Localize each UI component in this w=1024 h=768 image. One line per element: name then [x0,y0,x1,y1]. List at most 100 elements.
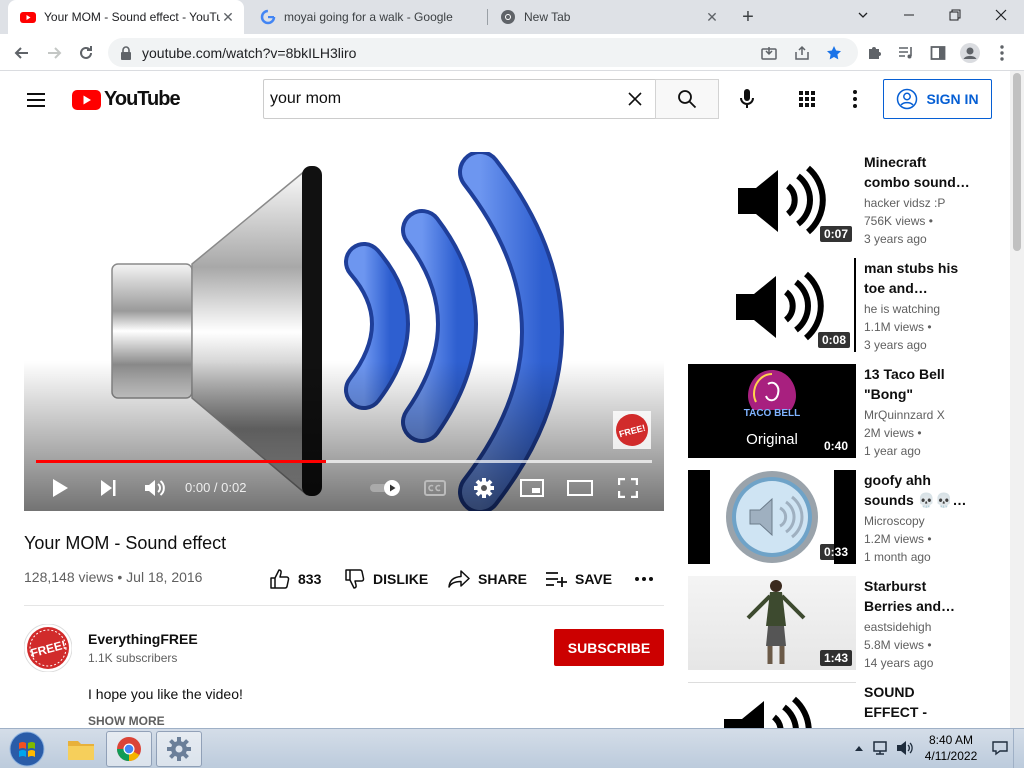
explorer-taskbar-button[interactable] [58,731,104,767]
video-thumbnail[interactable] [688,682,856,728]
recommendation-title[interactable]: Starburst Berries and… [864,576,970,616]
tab-strip: Your MOM - Sound effect - YouTube ✕ moya… [0,0,1024,34]
like-button[interactable]: 833 [270,568,321,590]
recommendation-channel[interactable]: he is watching [864,302,940,316]
recommendation-channel[interactable]: MrQuinnzard X [864,408,945,422]
apps-grid-icon[interactable] [795,87,819,111]
video-thumbnail[interactable]: 0:07 [688,152,856,246]
minimize-icon [904,14,914,16]
tab-new-tab[interactable]: New Tab ✕ [488,0,728,34]
search-input[interactable] [270,90,610,108]
tab-search-button[interactable] [840,0,886,30]
sign-in-label: SIGN IN [926,91,979,107]
recommendation-title[interactable]: SOUND EFFECT - LOVE… [864,682,970,722]
page-scrollbar[interactable] [1010,71,1024,728]
next-button[interactable] [94,474,122,502]
recommendation-item[interactable]: 0:33 goofy ahh sounds 💀💀… Microscopy 1.2… [688,470,1008,564]
recommendation-item[interactable]: TACO BELL Original 0:40 13 Taco Bell "Bo… [688,364,1008,458]
recommendation-item[interactable]: 1:43 Starburst Berries and… eastsidehigh… [688,576,1008,670]
recommendation-age: 14 years ago [864,656,934,670]
autoplay-toggle[interactable] [368,474,404,502]
recommendation-item[interactable]: 0:08 man stubs his toe and… he is watchi… [688,258,1008,352]
sign-in-button[interactable]: SIGN IN [883,79,992,119]
recommendation-channel[interactable]: eastsidehigh [864,620,931,634]
show-desktop-button[interactable] [1013,729,1024,768]
settings-button[interactable] [470,474,498,502]
forward-button[interactable] [40,39,68,67]
save-button[interactable]: SAVE [545,568,612,590]
play-button[interactable] [46,474,74,502]
side-panel-button[interactable] [924,39,952,67]
show-more-button[interactable]: SHOW MORE [88,714,165,728]
tab-youtube[interactable]: Your MOM - Sound effect - YouTube ✕ [8,0,244,34]
recommendation-title[interactable]: Minecraft combo sound… [864,152,970,192]
video-thumbnail[interactable]: 0:08 [688,258,856,352]
start-button[interactable] [2,731,52,767]
clear-search-icon[interactable] [625,89,645,109]
subscribe-button[interactable]: SUBSCRIBE [554,629,664,666]
recommendation-title[interactable]: man stubs his toe and… [864,258,970,298]
tab-close-button[interactable]: ✕ [220,9,236,25]
extensions-button[interactable] [860,39,888,67]
browser-menu-button[interactable] [988,39,1016,67]
address-bar[interactable]: youtube.com/watch?v=8bkILH3liro [108,38,858,67]
tab-google[interactable]: moyai going for a walk - Google [248,0,484,34]
horizontal-dots-icon [635,577,653,581]
install-app-button[interactable] [758,42,780,64]
puzzle-icon [869,47,881,59]
hamburger-menu-icon[interactable] [24,88,48,112]
media-control-button[interactable] [892,39,920,67]
channel-avatar[interactable]: FREE! [24,624,72,672]
notification-icon [992,741,1008,756]
theater-mode-button[interactable] [566,474,594,502]
fullscreen-button[interactable] [614,474,642,502]
chrome-taskbar-button[interactable] [106,731,152,767]
share-page-button[interactable] [791,42,813,64]
settings-taskbar-button[interactable] [156,731,202,767]
video-thumbnail[interactable]: 0:33 [688,470,856,564]
profile-button[interactable] [956,39,984,67]
network-icon [873,741,887,755]
volume-tray-icon[interactable] [896,739,914,757]
action-center-button[interactable] [991,739,1009,757]
youtube-play-logo-icon [72,89,101,110]
dislike-button[interactable]: DISLIKE [345,568,428,590]
back-button[interactable] [8,39,36,67]
recommendation-title[interactable]: goofy ahh sounds 💀💀… [864,470,970,510]
recommendation-channel[interactable]: Microscopy [864,514,925,528]
taskbar-clock[interactable]: 8:40 AM 4/11/2022 [916,732,986,764]
recommendation-item[interactable]: 0:07 Minecraft combo sound… hacker vidsz… [688,152,1008,246]
show-hidden-icons-button[interactable] [850,739,868,757]
scrollbar-thumb[interactable] [1013,73,1021,251]
recommendation-channel[interactable]: hacker vidsz :P [864,196,945,210]
captions-button[interactable] [421,474,449,502]
new-tab-button[interactable]: + [737,6,759,28]
settings-dots-icon[interactable] [843,87,867,111]
microphone-icon[interactable] [735,87,759,111]
network-tray-icon[interactable] [872,739,890,757]
search-button[interactable] [655,79,719,119]
back-arrow-icon [14,47,28,59]
side-panel-icon [930,46,946,60]
recommendation-views: 2M views • [864,426,922,440]
miniplayer-button[interactable] [518,474,546,502]
youtube-logo[interactable]: YouTube [72,88,181,111]
mute-button[interactable] [141,474,169,502]
progress-bar[interactable] [36,460,652,463]
restore-button[interactable] [932,0,978,30]
video-thumbnail[interactable]: 1:43 [688,576,856,670]
video-duration: 0:07 [819,226,852,242]
video-thumbnail[interactable]: TACO BELL Original 0:40 [688,364,856,458]
recommendation-item[interactable]: SOUND EFFECT - LOVE… [688,682,1008,728]
channel-name[interactable]: EverythingFREE [88,631,198,647]
video-player[interactable]: FREE! 0:00 / 0:02 [24,152,664,511]
recommendation-title[interactable]: 13 Taco Bell "Bong" Sound… [864,364,970,404]
tab-close-button[interactable]: ✕ [704,9,720,25]
reload-button[interactable] [72,39,100,67]
bookmark-button[interactable] [823,42,845,64]
minimize-button[interactable] [886,0,932,30]
more-actions-button[interactable] [634,568,660,590]
close-window-button[interactable] [978,0,1024,30]
recommendation-age: 1 month ago [864,550,931,564]
share-button[interactable]: SHARE [448,568,527,590]
